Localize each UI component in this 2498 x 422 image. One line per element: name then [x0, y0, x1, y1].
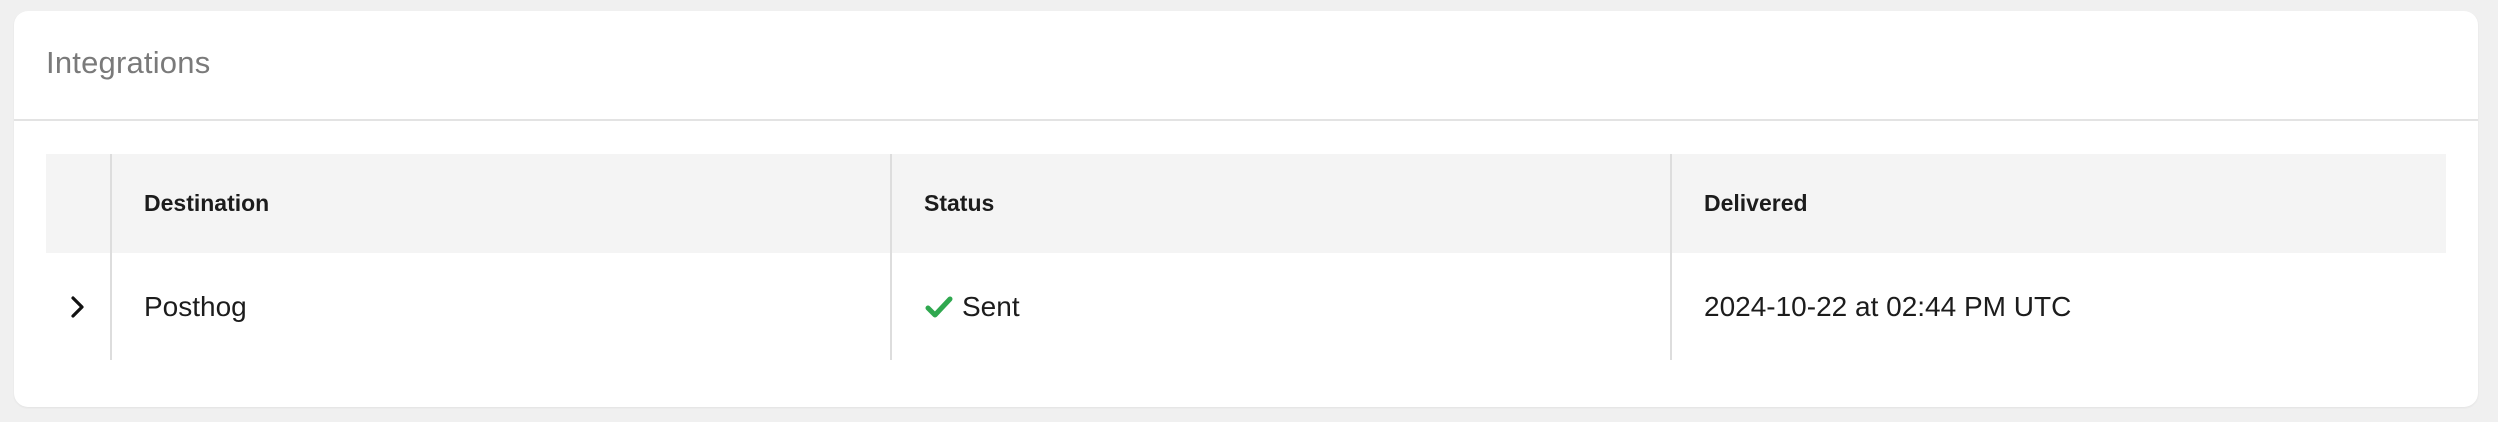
panel-header: Integrations	[14, 11, 2478, 121]
column-header-delivered: Delivered	[1670, 154, 2446, 253]
integrations-panel: Integrations Destination Status Delivere…	[14, 11, 2478, 407]
table-row: Posthog Sent 2024-10-22 at 02:44 PM UTC	[46, 253, 2446, 360]
destination-cell: Posthog	[110, 253, 890, 360]
check-icon	[924, 292, 954, 322]
column-header-label: Destination	[144, 190, 270, 216]
delivered-timestamp: 2024-10-22 at 02:44 PM UTC	[1704, 290, 2072, 322]
column-header-status: Status	[890, 154, 1670, 253]
destination-name: Posthog	[144, 290, 247, 322]
integrations-table: Destination Status Delivered Posthog Sen…	[46, 154, 2446, 360]
panel-title: Integrations	[46, 45, 211, 80]
column-header-destination: Destination	[110, 154, 890, 253]
status-cell: Sent	[890, 253, 1670, 360]
column-header-label: Delivered	[1704, 190, 1808, 216]
delivered-cell: 2024-10-22 at 02:44 PM UTC	[1670, 253, 2446, 360]
table-header-row: Destination Status Delivered	[46, 154, 2446, 253]
column-header-label: Status	[924, 190, 995, 216]
status-badge: Sent	[924, 291, 1020, 323]
chevron-right-icon[interactable]	[62, 291, 94, 323]
status-text: Sent	[962, 290, 1020, 322]
expand-column-header	[46, 154, 110, 253]
expand-cell	[46, 253, 110, 360]
